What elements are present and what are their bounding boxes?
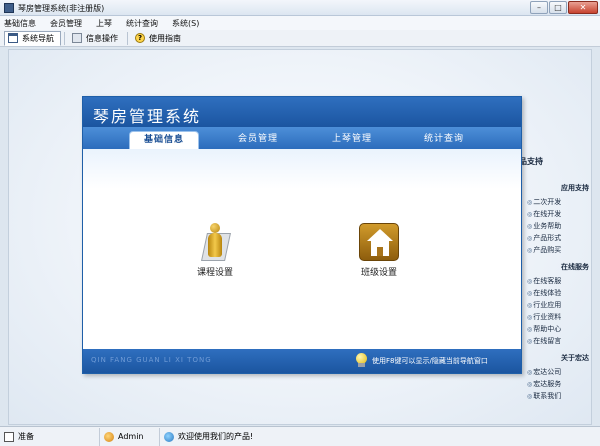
- nav-pinyin: QIN FANG GUAN LI XI TONG: [91, 356, 212, 364]
- status-bar: 准备 Admin 欢迎使用我们的产品!: [0, 426, 600, 446]
- nav-body: 课程设置 班级设置: [83, 149, 521, 349]
- support-panel-title: 品支持: [519, 157, 543, 166]
- link-help-center[interactable]: 帮助中心: [527, 324, 561, 334]
- menu-statistics[interactable]: 统计查询: [126, 18, 158, 29]
- link-product-form[interactable]: 产品形式: [527, 233, 561, 243]
- status-user: Admin: [100, 427, 160, 446]
- window-title: 琴房管理系统(非注册版): [18, 4, 105, 13]
- system-nav-button[interactable]: 系统导航: [4, 30, 61, 46]
- maximize-button[interactable]: □: [549, 1, 567, 14]
- minimize-button[interactable]: –: [530, 1, 548, 14]
- tab-basic-info[interactable]: 基础信息: [129, 131, 199, 149]
- nav-title: 琴房管理系统: [93, 107, 202, 126]
- link-company[interactable]: 宏达公司: [527, 367, 561, 377]
- user-guide-button[interactable]: ? 使用指南: [132, 31, 187, 46]
- system-nav-label: 系统导航: [22, 33, 54, 43]
- menu-bar: 基础信息 会员管理 上琴 统计查询 系统(S): [0, 16, 600, 30]
- link-online-message[interactable]: 在线留言: [527, 336, 561, 346]
- link-contact[interactable]: 联系我们: [527, 391, 561, 401]
- link-industry-app[interactable]: 行业应用: [527, 300, 561, 310]
- person-icon: [198, 223, 232, 261]
- user-icon: [104, 431, 114, 442]
- tab-statistics[interactable]: 统计查询: [409, 131, 479, 149]
- info-window-icon: [72, 33, 82, 43]
- section-app-support: 应用支持: [561, 184, 589, 192]
- toolbar-separator: [64, 31, 65, 45]
- toolbar: 系统导航 信息操作 ? 使用指南: [0, 30, 600, 47]
- system-nav-window: 琴房管理系统 基础信息 会员管理 上琴管理 统计查询 课程设置 班级设置 QIN…: [82, 96, 522, 374]
- class-settings-button[interactable]: 班级设置: [339, 223, 419, 278]
- nav-tip-text: 使用F8键可以显示/隐藏当前导航窗口: [372, 357, 488, 365]
- house-icon: [359, 223, 399, 261]
- section-about: 关于宏达: [561, 354, 589, 362]
- welcome-icon: [164, 431, 174, 442]
- info-operation-label: 信息操作: [86, 33, 118, 43]
- title-bar: 琴房管理系统(非注册版) – □ ✕: [0, 0, 600, 16]
- support-panel: 品支持 应用支持 二次开发 在线开发 业务帮助 产品形式 产品购买 在线服务 在…: [519, 150, 591, 424]
- link-online-dev[interactable]: 在线开发: [527, 209, 561, 219]
- status-welcome-text: 欢迎使用我们的产品!: [178, 432, 254, 441]
- link-secondary-dev[interactable]: 二次开发: [527, 197, 561, 207]
- close-button[interactable]: ✕: [568, 1, 598, 14]
- link-online-trial[interactable]: 在线体验: [527, 288, 561, 298]
- status-user-text: Admin: [118, 432, 144, 441]
- tab-piano-management[interactable]: 上琴管理: [317, 131, 387, 149]
- nav-tabs: 基础信息 会员管理 上琴管理 统计查询: [83, 127, 521, 149]
- nav-footer: QIN FANG GUAN LI XI TONG 使用F8键可以显示/隐藏当前导…: [83, 349, 521, 373]
- light-bulb-icon: [355, 353, 368, 368]
- menu-basic-info[interactable]: 基础信息: [4, 18, 36, 29]
- course-settings-button[interactable]: 课程设置: [175, 223, 255, 278]
- status-ready: 准备: [0, 427, 100, 446]
- link-industry-docs[interactable]: 行业资料: [527, 312, 561, 322]
- status-ready-text: 准备: [18, 432, 34, 441]
- nav-header: 琴房管理系统: [83, 97, 521, 127]
- help-icon: ?: [135, 33, 145, 43]
- course-settings-label: 课程设置: [196, 268, 233, 278]
- link-product-purchase[interactable]: 产品购买: [527, 245, 561, 255]
- info-operation-button[interactable]: 信息操作: [69, 31, 124, 46]
- class-settings-label: 班级设置: [360, 268, 397, 278]
- menu-piano-use[interactable]: 上琴: [96, 18, 112, 29]
- nav-window-icon: [8, 33, 18, 43]
- link-service[interactable]: 宏达服务: [527, 379, 561, 389]
- ready-icon: [4, 431, 14, 442]
- menu-system[interactable]: 系统(S): [172, 18, 199, 29]
- link-business-help[interactable]: 业务帮助: [527, 221, 561, 231]
- user-guide-label: 使用指南: [149, 33, 181, 43]
- window-controls: – □ ✕: [529, 1, 598, 15]
- tab-member-management[interactable]: 会员管理: [223, 131, 293, 149]
- app-icon: [4, 3, 14, 13]
- menu-member-management[interactable]: 会员管理: [50, 18, 82, 29]
- section-online-service: 在线服务: [561, 263, 589, 271]
- link-online-support[interactable]: 在线客服: [527, 276, 561, 286]
- workspace: 品支持 应用支持 二次开发 在线开发 业务帮助 产品形式 产品购买 在线服务 在…: [8, 49, 592, 425]
- toolbar-separator: [127, 31, 128, 45]
- status-welcome: 欢迎使用我们的产品!: [160, 428, 600, 446]
